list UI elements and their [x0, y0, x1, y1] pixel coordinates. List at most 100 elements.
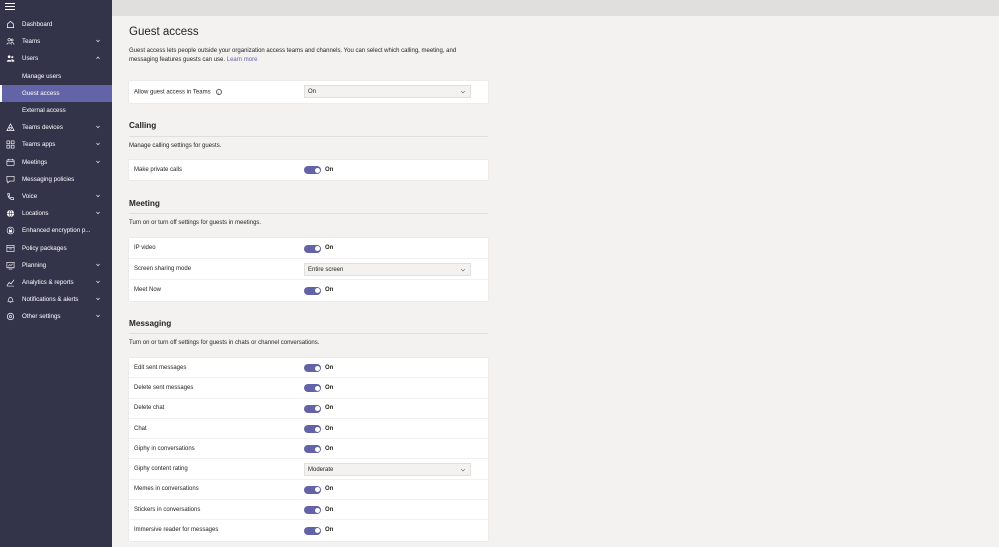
chevron-up-icon[interactable] — [95, 55, 101, 61]
sidebar-item-policy-packages[interactable]: Policy packages — [0, 240, 112, 257]
chevron-down-icon[interactable] — [95, 262, 101, 268]
memes-in-conversations-toggle[interactable] — [304, 485, 321, 494]
sidebar-item-label: Teams — [22, 38, 41, 46]
calling-section-description: Manage calling settings for guests. — [129, 143, 222, 149]
users-icon — [6, 55, 15, 63]
sidebar-item-notifications-alerts[interactable]: Notifications & alerts — [0, 291, 112, 308]
hamburger-menu-icon[interactable] — [5, 3, 15, 11]
stickers-in-conversations-row: Stickers in conversations On — [129, 500, 488, 521]
meet-now-row: Meet Now On — [129, 280, 488, 301]
chevron-down-icon[interactable] — [95, 159, 101, 165]
stickers-in-conversations-label: Stickers in conversations — [134, 506, 201, 513]
giphy-in-conversations-toggle-state: On — [325, 445, 334, 452]
sidebar-item-meetings[interactable]: Meetings — [0, 154, 112, 171]
sidebar-item-label: Guest access — [22, 89, 60, 97]
sidebar-item-locations[interactable]: Locations — [0, 205, 112, 222]
apps-icon — [6, 140, 15, 149]
sidebar-item-label: Users — [22, 55, 39, 63]
meet-now-toggle[interactable] — [304, 286, 321, 295]
voice-icon — [7, 193, 14, 200]
chevron-down-icon[interactable] — [95, 279, 101, 285]
chevron-down-icon[interactable] — [95, 296, 101, 302]
sidebar-item-dashboard[interactable]: Dashboard — [0, 16, 112, 33]
memes-in-conversations-row: Memes in conversations On — [129, 480, 488, 501]
chevron-down-icon[interactable] — [95, 141, 101, 147]
delete-sent-messages-toggle[interactable] — [304, 384, 321, 393]
page-description-text: Guest access lets people outside your or… — [129, 48, 457, 63]
sidebar-item-planning[interactable]: Planning — [0, 257, 112, 274]
page-title: Guest access — [129, 26, 199, 38]
sidebar-item-label: Dashboard — [22, 21, 53, 28]
main-content: Guest access Guest access lets people ou… — [112, 16, 999, 547]
sidebar-item-label: External access — [22, 107, 66, 114]
sidebar-item-label: Other settings — [22, 313, 61, 321]
devices-icon — [6, 123, 15, 132]
sidebar-item-guest-access[interactable]: Guest access — [0, 84, 112, 102]
giphy-in-conversations-toggle[interactable] — [304, 445, 321, 454]
sidebar-item-enhanced-encryption-p[interactable]: Enhanced encryption p... — [0, 222, 112, 239]
meetings-icon — [6, 158, 15, 166]
meeting-section-description: Turn on or turn off settings for guests … — [129, 220, 262, 226]
sidebar-item-label: Teams devices — [22, 124, 63, 132]
sidebar-item-teams[interactable]: Teams — [0, 33, 112, 50]
sidebar-item-external-access[interactable]: External access — [0, 102, 112, 119]
immersive-reader-for-messages-toggle[interactable] — [304, 526, 321, 535]
info-icon[interactable]: i — [215, 89, 222, 95]
sidebar-item-label: Messaging policies — [22, 175, 75, 183]
stickers-in-conversations-toggle[interactable] — [304, 506, 321, 515]
delete-chat-toggle[interactable] — [304, 404, 321, 413]
memes-in-conversations-label: Memes in conversations — [134, 486, 199, 493]
screen-sharing-mode-select[interactable]: Entire screen — [304, 263, 471, 276]
calling-section-title: Calling — [129, 121, 157, 130]
meeting-section-title: Meeting — [129, 199, 160, 208]
sidebar-item-label: Analytics & reports — [22, 279, 74, 286]
meet-now-label: Meet Now — [134, 287, 162, 293]
encryption-icon — [6, 227, 15, 235]
sidebar-item-other-settings[interactable]: Other settings — [0, 308, 112, 325]
teams-icon — [6, 38, 15, 45]
chevron-down-icon[interactable] — [95, 210, 101, 216]
chevron-down-icon[interactable] — [95, 313, 101, 319]
page-description: Guest access lets people outside your or… — [129, 47, 459, 65]
make-private-calls-toggle[interactable] — [304, 166, 321, 174]
messaging-icon — [6, 175, 15, 184]
top-bar — [112, 0, 999, 16]
chevron-down-icon[interactable] — [95, 124, 101, 130]
planning-icon — [6, 261, 15, 270]
sidebar-item-label: Enhanced encryption p... — [22, 227, 90, 235]
giphy-content-rating-label: Giphy content rating — [134, 466, 188, 473]
chat-toggle[interactable] — [304, 425, 321, 434]
giphy-in-conversations-row: Giphy in conversations On — [129, 439, 488, 460]
sidebar-item-messaging-policies[interactable]: Messaging policies — [0, 171, 112, 188]
ip-video-label: IP video — [134, 245, 156, 251]
chevron-down-icon — [460, 268, 466, 272]
allow-guest-access-card: Allow guest access in Teams i On — [129, 81, 488, 103]
sidebar-item-label: Manage users — [22, 72, 62, 80]
chevron-down-icon[interactable] — [95, 193, 101, 199]
meeting-settings-card: IP video On Screen sharing mode Entire scre… — [129, 238, 488, 301]
make-private-calls-toggle-state: On — [325, 166, 334, 173]
immersive-reader-for-messages-row: Immersive reader for messages On — [129, 520, 488, 540]
sidebar-item-label: Notifications & alerts — [22, 296, 79, 304]
edit-sent-messages-toggle-state: On — [325, 364, 334, 371]
home-icon — [6, 20, 15, 29]
sidebar-item-label: Policy packages — [22, 244, 67, 252]
screen-sharing-mode-select-value: Entire screen — [308, 266, 344, 273]
learn-more-link[interactable]: Learn more — [227, 57, 258, 63]
calling-divider — [129, 136, 488, 137]
sidebar-item-voice[interactable]: Voice — [0, 188, 112, 205]
delete-chat-toggle-state: On — [325, 405, 334, 412]
ip-video-toggle[interactable] — [304, 244, 321, 253]
giphy-content-rating-select[interactable]: Moderate — [304, 463, 471, 477]
chevron-down-icon[interactable] — [95, 38, 101, 44]
sidebar-item-teams-devices[interactable]: Teams devices — [0, 119, 112, 136]
chevron-down-icon — [460, 469, 466, 472]
allow-guest-access-select[interactable]: On — [304, 85, 471, 98]
sidebar-item-users[interactable]: Users — [0, 50, 112, 67]
analytics-icon — [6, 279, 15, 287]
sidebar-item-manage-users[interactable]: Manage users — [0, 68, 112, 85]
sidebar-item-analytics-reports[interactable]: Analytics & reports — [0, 274, 112, 291]
globe-icon — [6, 209, 15, 218]
sidebar-item-teams-apps[interactable]: Teams apps — [0, 136, 112, 153]
edit-sent-messages-toggle[interactable] — [304, 364, 321, 373]
